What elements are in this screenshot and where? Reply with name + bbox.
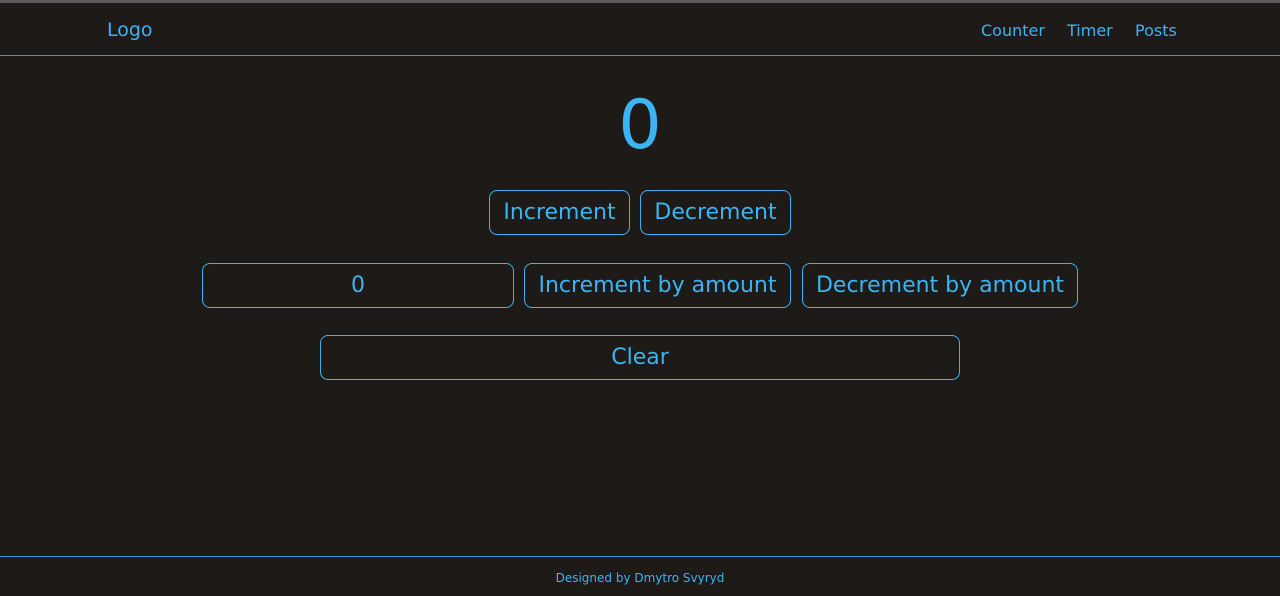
- nav-link-timer[interactable]: Timer: [1067, 21, 1113, 40]
- main-nav: Counter Timer Posts: [0, 21, 1280, 41]
- site-footer: Designed by Dmytro Svyryd: [0, 556, 1280, 596]
- increment-by-amount-button[interactable]: Increment by amount: [524, 263, 791, 308]
- clear-button[interactable]: Clear: [320, 335, 960, 380]
- footer-credit: Designed by Dmytro Svyryd: [555, 571, 725, 585]
- increment-button[interactable]: Increment: [489, 190, 630, 235]
- nav-link-counter[interactable]: Counter: [981, 21, 1045, 40]
- site-header: Logo Counter Timer Posts: [0, 3, 1280, 56]
- decrement-by-amount-button[interactable]: Decrement by amount: [802, 263, 1078, 308]
- decrement-button[interactable]: Decrement: [640, 190, 791, 235]
- amount-input[interactable]: [202, 263, 514, 308]
- nav-link-posts[interactable]: Posts: [1135, 21, 1177, 40]
- counter-value: 0: [618, 86, 662, 165]
